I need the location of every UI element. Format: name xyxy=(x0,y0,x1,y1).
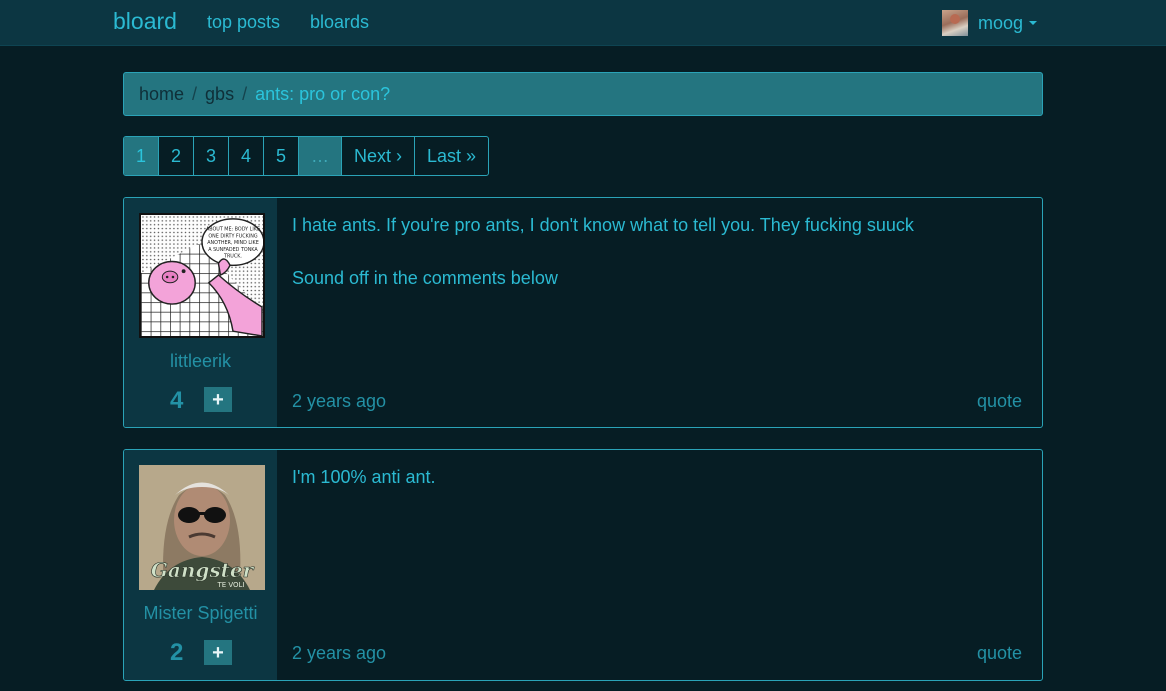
upvote-button[interactable]: + xyxy=(204,640,232,665)
breadcrumb-board[interactable]: gbs xyxy=(205,84,234,105)
post-score: 2 xyxy=(170,639,184,666)
author-name[interactable]: littleerik xyxy=(124,351,277,372)
svg-text:ONE DIRTY FUCKING: ONE DIRTY FUCKING xyxy=(208,233,257,239)
page-4[interactable]: 4 xyxy=(229,137,264,175)
breadcrumb-home[interactable]: home xyxy=(139,84,184,105)
post-timestamp: 2 years ago xyxy=(292,391,387,411)
post-score: 4 xyxy=(170,387,184,414)
page-5[interactable]: 5 xyxy=(264,137,299,175)
nav-bloards[interactable]: bloards xyxy=(310,12,369,33)
svg-text:A SUNFADED TONKA: A SUNFADED TONKA xyxy=(208,247,258,253)
user-name: moog xyxy=(978,12,1024,33)
breadcrumb-separator: / xyxy=(242,83,248,104)
post-body: I'm 100% anti ant. xyxy=(292,466,1022,519)
post-paragraph: I'm 100% anti ant. xyxy=(292,467,436,487)
post-author-panel: Gangster TE VOLI Mister Spigetti 2 + xyxy=(124,450,277,680)
post: Gangster TE VOLI Mister Spigetti 2 + I'm… xyxy=(123,449,1043,681)
page-2[interactable]: 2 xyxy=(159,137,194,175)
quote-link[interactable]: quote xyxy=(977,643,1022,664)
author-avatar[interactable]: Gangster TE VOLI xyxy=(139,465,265,590)
svg-text:ANOTHER, MIND LIKE: ANOTHER, MIND LIKE xyxy=(207,240,259,246)
upvote-button[interactable]: + xyxy=(204,387,232,412)
breadcrumb: home / gbs / ants: pro or con? xyxy=(123,72,1043,116)
post-paragraph: I hate ants. If you're pro ants, I don't… xyxy=(292,215,914,235)
svg-text:Gangster: Gangster xyxy=(151,558,255,582)
plus-icon: + xyxy=(212,388,224,411)
page-last[interactable]: Last » xyxy=(415,137,488,175)
author-avatar[interactable]: ABOUT ME: BODY LIKE ONE DIRTY FUCKING AN… xyxy=(139,213,265,338)
post-timestamp: 2 years ago xyxy=(292,643,387,663)
post-author-panel: ABOUT ME: BODY LIKE ONE DIRTY FUCKING AN… xyxy=(124,198,277,427)
nav-top-posts[interactable]: top posts xyxy=(207,12,280,33)
navbar: bloard top posts bloards moog xyxy=(0,0,1166,46)
svg-text:TRUCK.: TRUCK. xyxy=(223,254,242,260)
post-body: I hate ants. If you're pro ants, I don't… xyxy=(292,214,1022,320)
svg-text:ABOUT ME: BODY LIKE: ABOUT ME: BODY LIKE xyxy=(206,226,260,232)
user-avatar xyxy=(942,10,968,36)
post-paragraph: Sound off in the comments below xyxy=(292,268,558,288)
author-name[interactable]: Mister Spigetti xyxy=(124,603,277,624)
svg-text:TE VOLI: TE VOLI xyxy=(216,581,244,589)
user-menu[interactable]: moog xyxy=(942,9,1038,37)
quote-link[interactable]: quote xyxy=(977,391,1022,412)
page-1[interactable]: 1 xyxy=(124,137,159,175)
page-3[interactable]: 3 xyxy=(194,137,229,175)
breadcrumb-separator: / xyxy=(192,83,198,104)
page-ellipsis: … xyxy=(299,137,342,175)
chevron-down-icon xyxy=(1029,21,1038,25)
pagination: 1 2 3 4 5 … Next › Last » xyxy=(123,136,489,176)
page-next[interactable]: Next › xyxy=(342,137,415,175)
post: ABOUT ME: BODY LIKE ONE DIRTY FUCKING AN… xyxy=(123,197,1043,428)
brand-link[interactable]: bloard xyxy=(113,8,177,35)
plus-icon: + xyxy=(212,641,224,664)
breadcrumb-current: ants: pro or con? xyxy=(255,83,391,104)
